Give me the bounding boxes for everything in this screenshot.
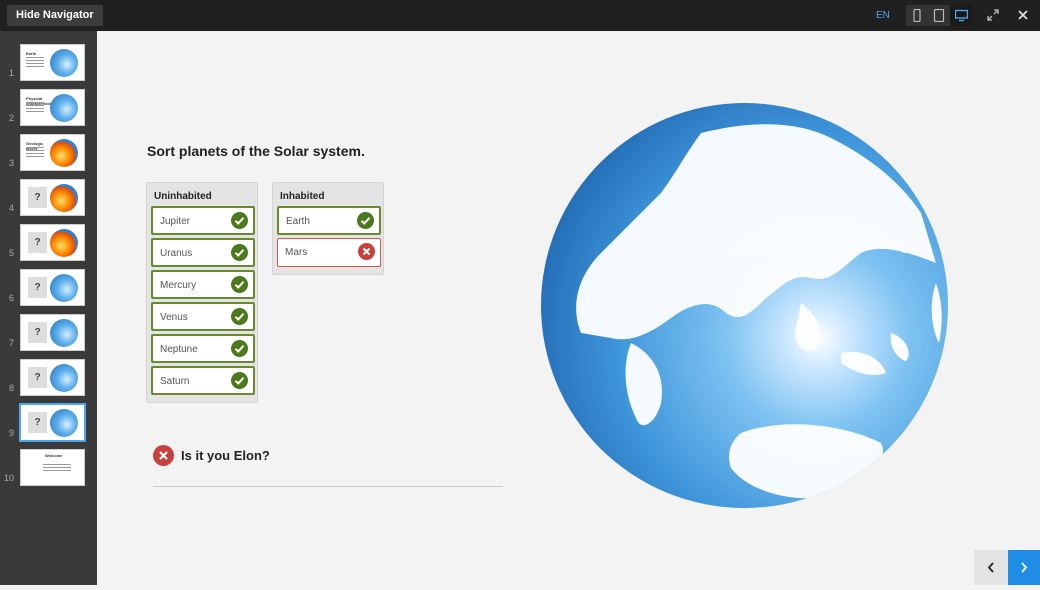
planet-item-neptune[interactable]: Neptune [151, 334, 255, 363]
globe-image [50, 319, 78, 347]
slide-navigator: 1 Earth 2 Physical characteristics 3 Geologic… [0, 31, 97, 585]
slide-thumbnail-6[interactable]: ? [20, 269, 85, 306]
planet-item-mercury[interactable]: Mercury [151, 270, 255, 299]
slide-number: 2 [8, 113, 14, 123]
planet-item-saturn[interactable]: Saturn [151, 366, 255, 395]
thumbnail-text-lines [26, 102, 44, 114]
slide-number: 10 [3, 473, 14, 483]
globe-image [50, 364, 78, 392]
slide-number: 8 [8, 383, 14, 393]
slide-thumbnail-3[interactable]: Geologic layers [20, 134, 85, 171]
planet-label: Earth [286, 216, 310, 227]
hide-navigator-button[interactable]: Hide Navigator [7, 5, 103, 26]
slide-thumbnail-5[interactable]: ? [20, 224, 85, 261]
check-icon [231, 372, 248, 389]
language-selector[interactable]: EN [876, 0, 890, 31]
earth-globe-image [541, 103, 948, 508]
slide-thumbnail-8[interactable]: ? [20, 359, 85, 396]
fullscreen-icon[interactable] [986, 8, 1000, 22]
thumbnail-text-lines [43, 464, 71, 473]
slide-thumbnail-9[interactable]: ? [19, 403, 86, 442]
question-mark-icon: ? [28, 277, 47, 298]
planet-item-venus[interactable]: Venus [151, 302, 255, 331]
question-mark-icon: ? [28, 232, 47, 253]
tablet-preview-button[interactable] [928, 5, 950, 26]
phone-icon [913, 9, 921, 22]
planet-label: Saturn [160, 376, 190, 387]
check-icon [231, 244, 248, 261]
slide-number: 4 [8, 203, 14, 213]
slide-thumbnail-4[interactable]: ? [20, 179, 85, 216]
chevron-left-icon [987, 562, 994, 573]
globe-image [50, 94, 78, 122]
check-icon [357, 212, 374, 229]
question-mark-icon: ? [28, 367, 47, 388]
slide-thumbnail-7[interactable]: ? [20, 314, 85, 351]
column-header: Uninhabited [154, 191, 212, 202]
earth-core-image [50, 139, 78, 167]
question-title: Sort planets of the Solar system. [147, 143, 365, 159]
column-header: Inhabited [280, 191, 325, 202]
check-icon [231, 212, 248, 229]
question-mark-icon: ? [28, 322, 47, 343]
check-icon [231, 276, 248, 293]
thumbnail-title: Earth [26, 51, 37, 56]
thumbnail-title: Welcome [45, 453, 63, 458]
desktop-icon [955, 9, 968, 22]
check-icon [231, 340, 248, 357]
slide-thumbnail-2[interactable]: Physical characteristics [20, 89, 85, 126]
earth-core-image [50, 184, 78, 212]
slide-number: 5 [8, 248, 14, 258]
globe-image [50, 274, 78, 302]
close-icon[interactable] [1016, 8, 1030, 22]
chevron-right-icon [1021, 562, 1028, 573]
check-icon [231, 308, 248, 325]
feedback-message: Is it you Elon? [181, 448, 270, 463]
planet-item-earth[interactable]: Earth [277, 206, 381, 235]
next-slide-button[interactable] [1008, 550, 1040, 585]
uninhabited-column[interactable]: Uninhabited Jupiter Uranus Mercury Venus Nep… [146, 182, 258, 403]
tablet-icon [933, 9, 945, 22]
planet-label: Mercury [160, 280, 197, 291]
planet-item-uranus[interactable]: Uranus [151, 238, 255, 267]
slide-number: 7 [8, 338, 14, 348]
thumbnail-text-lines [26, 147, 44, 159]
planet-label: Neptune [160, 344, 198, 355]
thumbnail-text-lines [26, 57, 44, 69]
question-mark-icon: ? [28, 187, 47, 208]
top-bar: Hide Navigator EN [0, 0, 1040, 31]
planet-label: Mars [285, 247, 308, 258]
planet-label: Venus [160, 312, 188, 323]
slide-number: 3 [8, 158, 14, 168]
error-icon [358, 243, 375, 260]
planet-item-jupiter[interactable]: Jupiter [151, 206, 255, 235]
previous-slide-button[interactable] [974, 550, 1008, 585]
slide-thumbnail-1[interactable]: Earth [20, 44, 85, 81]
feedback-error-icon [153, 445, 174, 466]
phone-preview-button[interactable] [906, 5, 928, 26]
globe-image [50, 49, 78, 77]
inhabited-column[interactable]: Inhabited Earth Mars [272, 182, 384, 275]
question-mark-icon: ? [28, 412, 47, 433]
planet-label: Uranus [160, 248, 193, 259]
slide-number: 9 [8, 428, 14, 438]
slide-number: 6 [8, 293, 14, 303]
divider [153, 486, 503, 487]
device-preview-group [906, 5, 972, 26]
earth-core-image [50, 229, 78, 257]
planet-item-mars[interactable]: Mars [277, 238, 381, 267]
planet-label: Jupiter [160, 216, 191, 227]
desktop-preview-button[interactable] [950, 5, 972, 26]
globe-image [50, 409, 78, 437]
slide-number: 1 [8, 68, 14, 78]
slide-thumbnail-10[interactable]: Welcome [20, 449, 85, 486]
